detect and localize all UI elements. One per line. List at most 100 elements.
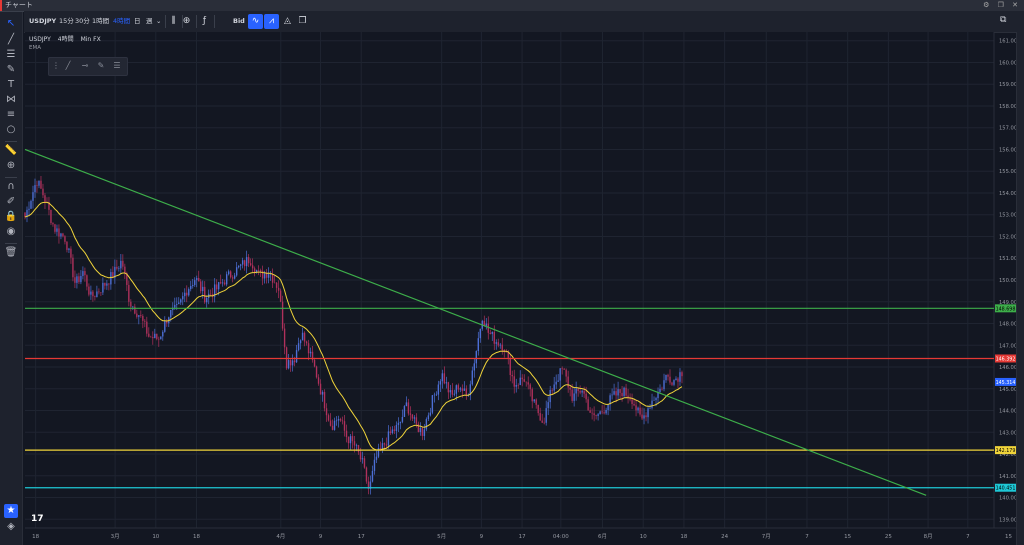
candle-body — [154, 333, 156, 339]
candle-body — [543, 422, 545, 424]
settings-lines-icon[interactable]: ☰ — [111, 60, 123, 72]
candle-body — [617, 389, 619, 396]
candle-body — [325, 408, 328, 416]
candle-body — [643, 415, 645, 419]
candle-body — [391, 429, 394, 434]
candle-body — [485, 323, 487, 326]
drag-handle-icon[interactable]: ⋮ — [50, 60, 62, 72]
candle-body — [120, 260, 122, 269]
candle-body — [259, 270, 262, 272]
candle-body — [44, 195, 46, 202]
legend-symbol: USDJPY — [29, 36, 51, 43]
candle-body — [188, 289, 190, 296]
candle-body — [196, 278, 198, 281]
candle-body — [361, 458, 364, 460]
candle-body — [397, 422, 400, 425]
price-label-text: 142.179 — [996, 448, 1016, 454]
candle-body — [271, 274, 274, 283]
candle-body — [523, 379, 525, 382]
x-tick-label: 18 — [32, 534, 39, 540]
x-tick-label: 6月 — [598, 533, 607, 540]
candle-body — [182, 296, 184, 300]
price-chart[interactable]: 139.000140.000141.000142.000143.000144.0… — [0, 0, 1024, 545]
candle-body — [611, 394, 613, 396]
candle-body — [645, 415, 647, 418]
candle-body — [68, 248, 70, 250]
candle-body — [84, 271, 86, 276]
candle-body — [321, 392, 324, 395]
candle-body — [323, 392, 326, 409]
candle-body — [92, 291, 94, 297]
candle-body — [285, 347, 288, 369]
line-width-icon[interactable]: ⊸ — [79, 60, 91, 72]
candle-body — [345, 430, 348, 438]
candle-body — [144, 320, 146, 322]
candle-body — [80, 276, 82, 283]
candle-body — [235, 267, 238, 276]
line-color-icon[interactable]: ✎ — [95, 60, 107, 72]
candle-body — [463, 388, 466, 391]
candle-body — [633, 403, 635, 406]
x-tick-label: 15 — [1005, 534, 1012, 540]
candle-body — [577, 388, 579, 392]
candle-body — [641, 414, 643, 419]
legend-interval: 4時間 — [57, 36, 74, 43]
line-style-icon[interactable]: ╱ — [62, 60, 74, 72]
candle-body — [383, 443, 386, 445]
candle-body — [429, 412, 432, 416]
candle-body — [593, 413, 595, 416]
candle-body — [579, 391, 581, 393]
candle-body — [265, 273, 268, 278]
candle-body — [569, 387, 571, 390]
price-label-text: 148.698 — [996, 306, 1016, 312]
candle-body — [491, 332, 493, 334]
candle-body — [124, 266, 126, 274]
candle-body — [547, 402, 549, 409]
candle-body — [273, 282, 276, 284]
candle-body — [535, 399, 537, 405]
candle-body — [509, 357, 511, 376]
candle-body — [122, 260, 124, 267]
price-label-text: 145.314 — [996, 380, 1016, 386]
candle-body — [661, 388, 663, 390]
candle-body — [623, 387, 625, 397]
candle-body — [445, 382, 448, 384]
candle-body — [659, 388, 661, 393]
candle-body — [595, 415, 597, 416]
candle-body — [381, 443, 384, 449]
candle-body — [88, 286, 90, 295]
candle-body — [447, 382, 450, 393]
candle-body — [221, 282, 224, 284]
candle-body — [192, 285, 194, 286]
candle-body — [565, 369, 567, 377]
candle-body — [675, 378, 677, 381]
candle-body — [36, 185, 38, 186]
candle-body — [461, 388, 464, 391]
candle-body — [493, 332, 495, 344]
candle-body — [90, 291, 92, 295]
candle-body — [677, 378, 679, 382]
candle-body — [291, 360, 294, 366]
candle-body — [549, 390, 551, 403]
candle-body — [100, 292, 102, 293]
floating-drawing-toolbar: ⋮ ╱ ⊸ ✎ ☰ — [48, 57, 128, 76]
candle-body — [42, 188, 44, 196]
x-tick-label: 4月 — [276, 533, 285, 540]
x-tick-label: 04:00 — [553, 534, 569, 540]
candle-body — [64, 236, 66, 242]
candle-body — [419, 428, 422, 433]
candle-body — [86, 275, 88, 287]
candle-body — [184, 292, 186, 297]
candle-body — [561, 368, 563, 369]
candle-body — [32, 192, 34, 201]
tradingview-logo: 17 — [31, 514, 44, 524]
x-tick-label: 18 — [680, 534, 687, 540]
candle-body — [38, 180, 40, 186]
candle-body — [337, 419, 340, 421]
candle-body — [473, 363, 476, 371]
candle-body — [407, 402, 410, 414]
candle-body — [72, 257, 74, 278]
candle-body — [40, 180, 42, 189]
candle-body — [589, 410, 591, 413]
candle-body — [317, 377, 320, 384]
